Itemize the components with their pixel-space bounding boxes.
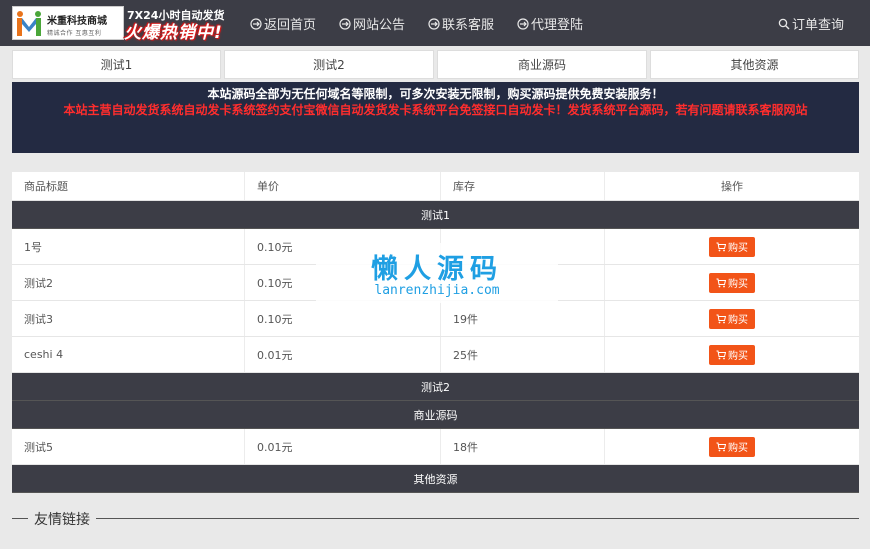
table-row: 测试3 0.10元 19件 购买 bbox=[12, 301, 859, 337]
col-header-stock: 库存 bbox=[441, 172, 605, 200]
top-header: 米重科技商城 精诚合作 互惠互利 7X24小时自动发货 火爆热销中! 返回首页 … bbox=[0, 0, 870, 46]
table-row: ceshi 4 0.01元 25件 购买 bbox=[12, 337, 859, 373]
product-price: 0.01元 bbox=[245, 429, 441, 464]
buy-button[interactable]: 购买 bbox=[709, 272, 755, 293]
tab-category-4[interactable]: 其他资源 bbox=[650, 50, 859, 79]
buy-button[interactable]: 购买 bbox=[709, 436, 755, 457]
tab-category-2[interactable]: 测试2 bbox=[224, 50, 434, 79]
friend-links-title: 友情链接 bbox=[28, 509, 96, 529]
category-row[interactable]: 其他资源 bbox=[12, 465, 859, 493]
service-icon bbox=[428, 17, 440, 30]
action-cell: 购买 bbox=[605, 265, 859, 300]
product-stock: 25件 bbox=[441, 337, 605, 372]
cart-icon bbox=[716, 314, 726, 323]
product-title: 1号 bbox=[12, 229, 245, 264]
watermark-title: 懒人源码 bbox=[371, 254, 503, 285]
col-header-price: 单价 bbox=[245, 172, 441, 200]
action-cell: 购买 bbox=[605, 429, 859, 464]
action-cell: 购买 bbox=[605, 229, 859, 264]
nav-contact-service[interactable]: 联系客服 bbox=[428, 14, 494, 33]
buy-button[interactable]: 购买 bbox=[709, 236, 755, 257]
site-logo[interactable]: 米重科技商城 精诚合作 互惠互利 bbox=[12, 6, 124, 40]
links-divider bbox=[12, 518, 859, 519]
buy-button-label: 购买 bbox=[728, 351, 748, 362]
category-row[interactable]: 测试1 bbox=[12, 201, 859, 229]
buy-button-label: 购买 bbox=[728, 279, 748, 290]
nav-agent-login[interactable]: 代理登陆 bbox=[517, 14, 583, 33]
col-header-title: 商品标题 bbox=[12, 172, 245, 200]
product-price: 0.10元 bbox=[245, 301, 441, 336]
product-stock: 19件 bbox=[441, 301, 605, 336]
announcement-icon bbox=[339, 17, 351, 30]
product-title: 测试5 bbox=[12, 429, 245, 464]
action-cell: 购买 bbox=[605, 337, 859, 372]
watermark: 懒人源码 lanrenzhijia.com bbox=[316, 243, 558, 303]
circle-arrow-icon bbox=[250, 17, 262, 30]
buy-button-label: 购买 bbox=[728, 315, 748, 326]
agent-icon bbox=[517, 17, 529, 30]
table-header-row: 商品标题 单价 库存 操作 bbox=[12, 172, 859, 201]
category-row[interactable]: 测试2 bbox=[12, 373, 859, 401]
action-cell: 购买 bbox=[605, 301, 859, 336]
order-query-label: 订单查询 bbox=[791, 18, 844, 33]
notice-line-2: 本站主营自动发货系统自动发卡系统签约支付宝微信自动发货发卡系统平台免签接口自动发… bbox=[63, 103, 808, 117]
product-title: ceshi 4 bbox=[12, 337, 245, 372]
product-price: 0.01元 bbox=[245, 337, 441, 372]
nav-home-label: 返回首页 bbox=[264, 18, 317, 33]
notice-line-1: 本站源码全部为无任何域名等限制，可多次安装无限制，购买源码提供免费安装服务！ bbox=[207, 87, 664, 101]
buy-button[interactable]: 购买 bbox=[709, 344, 755, 365]
table-row: 测试5 0.01元 18件 购买 bbox=[12, 429, 859, 465]
buy-button-label: 购买 bbox=[728, 243, 748, 254]
nav-home[interactable]: 返回首页 bbox=[250, 14, 316, 33]
logo-subtitle: 精诚合作 互惠互利 bbox=[47, 30, 102, 37]
promo-slogan: 火爆热销中! bbox=[124, 23, 223, 43]
watermark-url: lanrenzhijia.com bbox=[374, 283, 500, 298]
tab-category-1[interactable]: 测试1 bbox=[12, 50, 221, 79]
cart-icon bbox=[716, 278, 726, 287]
cart-icon bbox=[716, 242, 726, 251]
buy-button-label: 购买 bbox=[728, 443, 748, 454]
nav-announcement-label: 网站公告 bbox=[353, 18, 406, 33]
search-icon bbox=[778, 18, 790, 29]
product-stock: 18件 bbox=[441, 429, 605, 464]
notice-banner: 本站源码全部为无任何域名等限制，可多次安装无限制，购买源码提供免费安装服务！ 本… bbox=[12, 82, 859, 153]
product-title: 测试2 bbox=[12, 265, 245, 300]
nav-announcement[interactable]: 网站公告 bbox=[339, 14, 405, 33]
logo-mark-icon bbox=[17, 11, 41, 36]
order-query-link[interactable]: 订单查询 bbox=[778, 14, 844, 33]
buy-button[interactable]: 购买 bbox=[709, 308, 755, 329]
col-header-action: 操作 bbox=[721, 180, 743, 193]
product-title: 测试3 bbox=[12, 301, 245, 336]
logo-name: 米重科技商城 bbox=[47, 16, 107, 27]
product-table: 商品标题 单价 库存 操作 测试1 1号 0.10元 购买 测试2 0.10元 … bbox=[12, 172, 859, 493]
nav-contact-service-label: 联系客服 bbox=[442, 18, 495, 33]
cart-icon bbox=[716, 350, 726, 359]
nav-agent-login-label: 代理登陆 bbox=[531, 18, 584, 33]
tab-category-3[interactable]: 商业源码 bbox=[437, 50, 647, 79]
category-row[interactable]: 商业源码 bbox=[12, 401, 859, 429]
cart-icon bbox=[716, 442, 726, 451]
